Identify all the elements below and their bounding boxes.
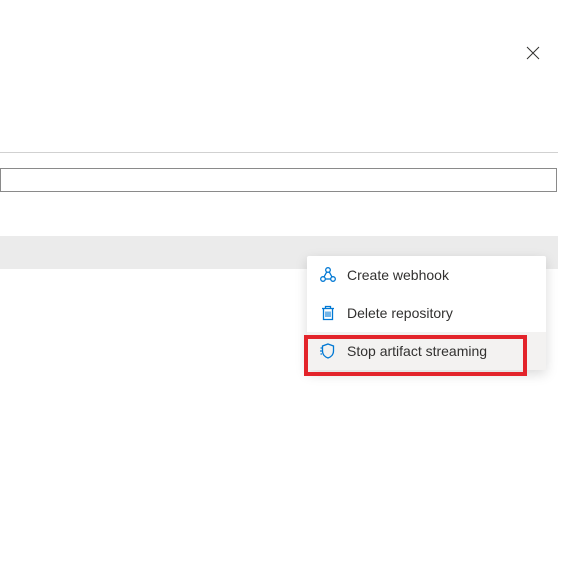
close-icon <box>525 45 541 66</box>
menu-item-delete-repository[interactable]: Delete repository <box>307 294 546 332</box>
delete-icon <box>319 304 337 322</box>
context-menu: Create webhook Delete repository Stop ar <box>307 256 546 370</box>
menu-item-label: Delete repository <box>347 305 453 321</box>
menu-item-stop-artifact-streaming[interactable]: Stop artifact streaming <box>307 332 546 370</box>
close-button[interactable] <box>523 45 543 65</box>
streaming-icon <box>319 342 337 360</box>
menu-item-label: Create webhook <box>347 267 449 283</box>
search-input[interactable] <box>0 168 557 192</box>
webhook-icon <box>319 266 337 284</box>
divider <box>0 152 558 153</box>
menu-item-create-webhook[interactable]: Create webhook <box>307 256 546 294</box>
menu-item-label: Stop artifact streaming <box>347 343 487 359</box>
